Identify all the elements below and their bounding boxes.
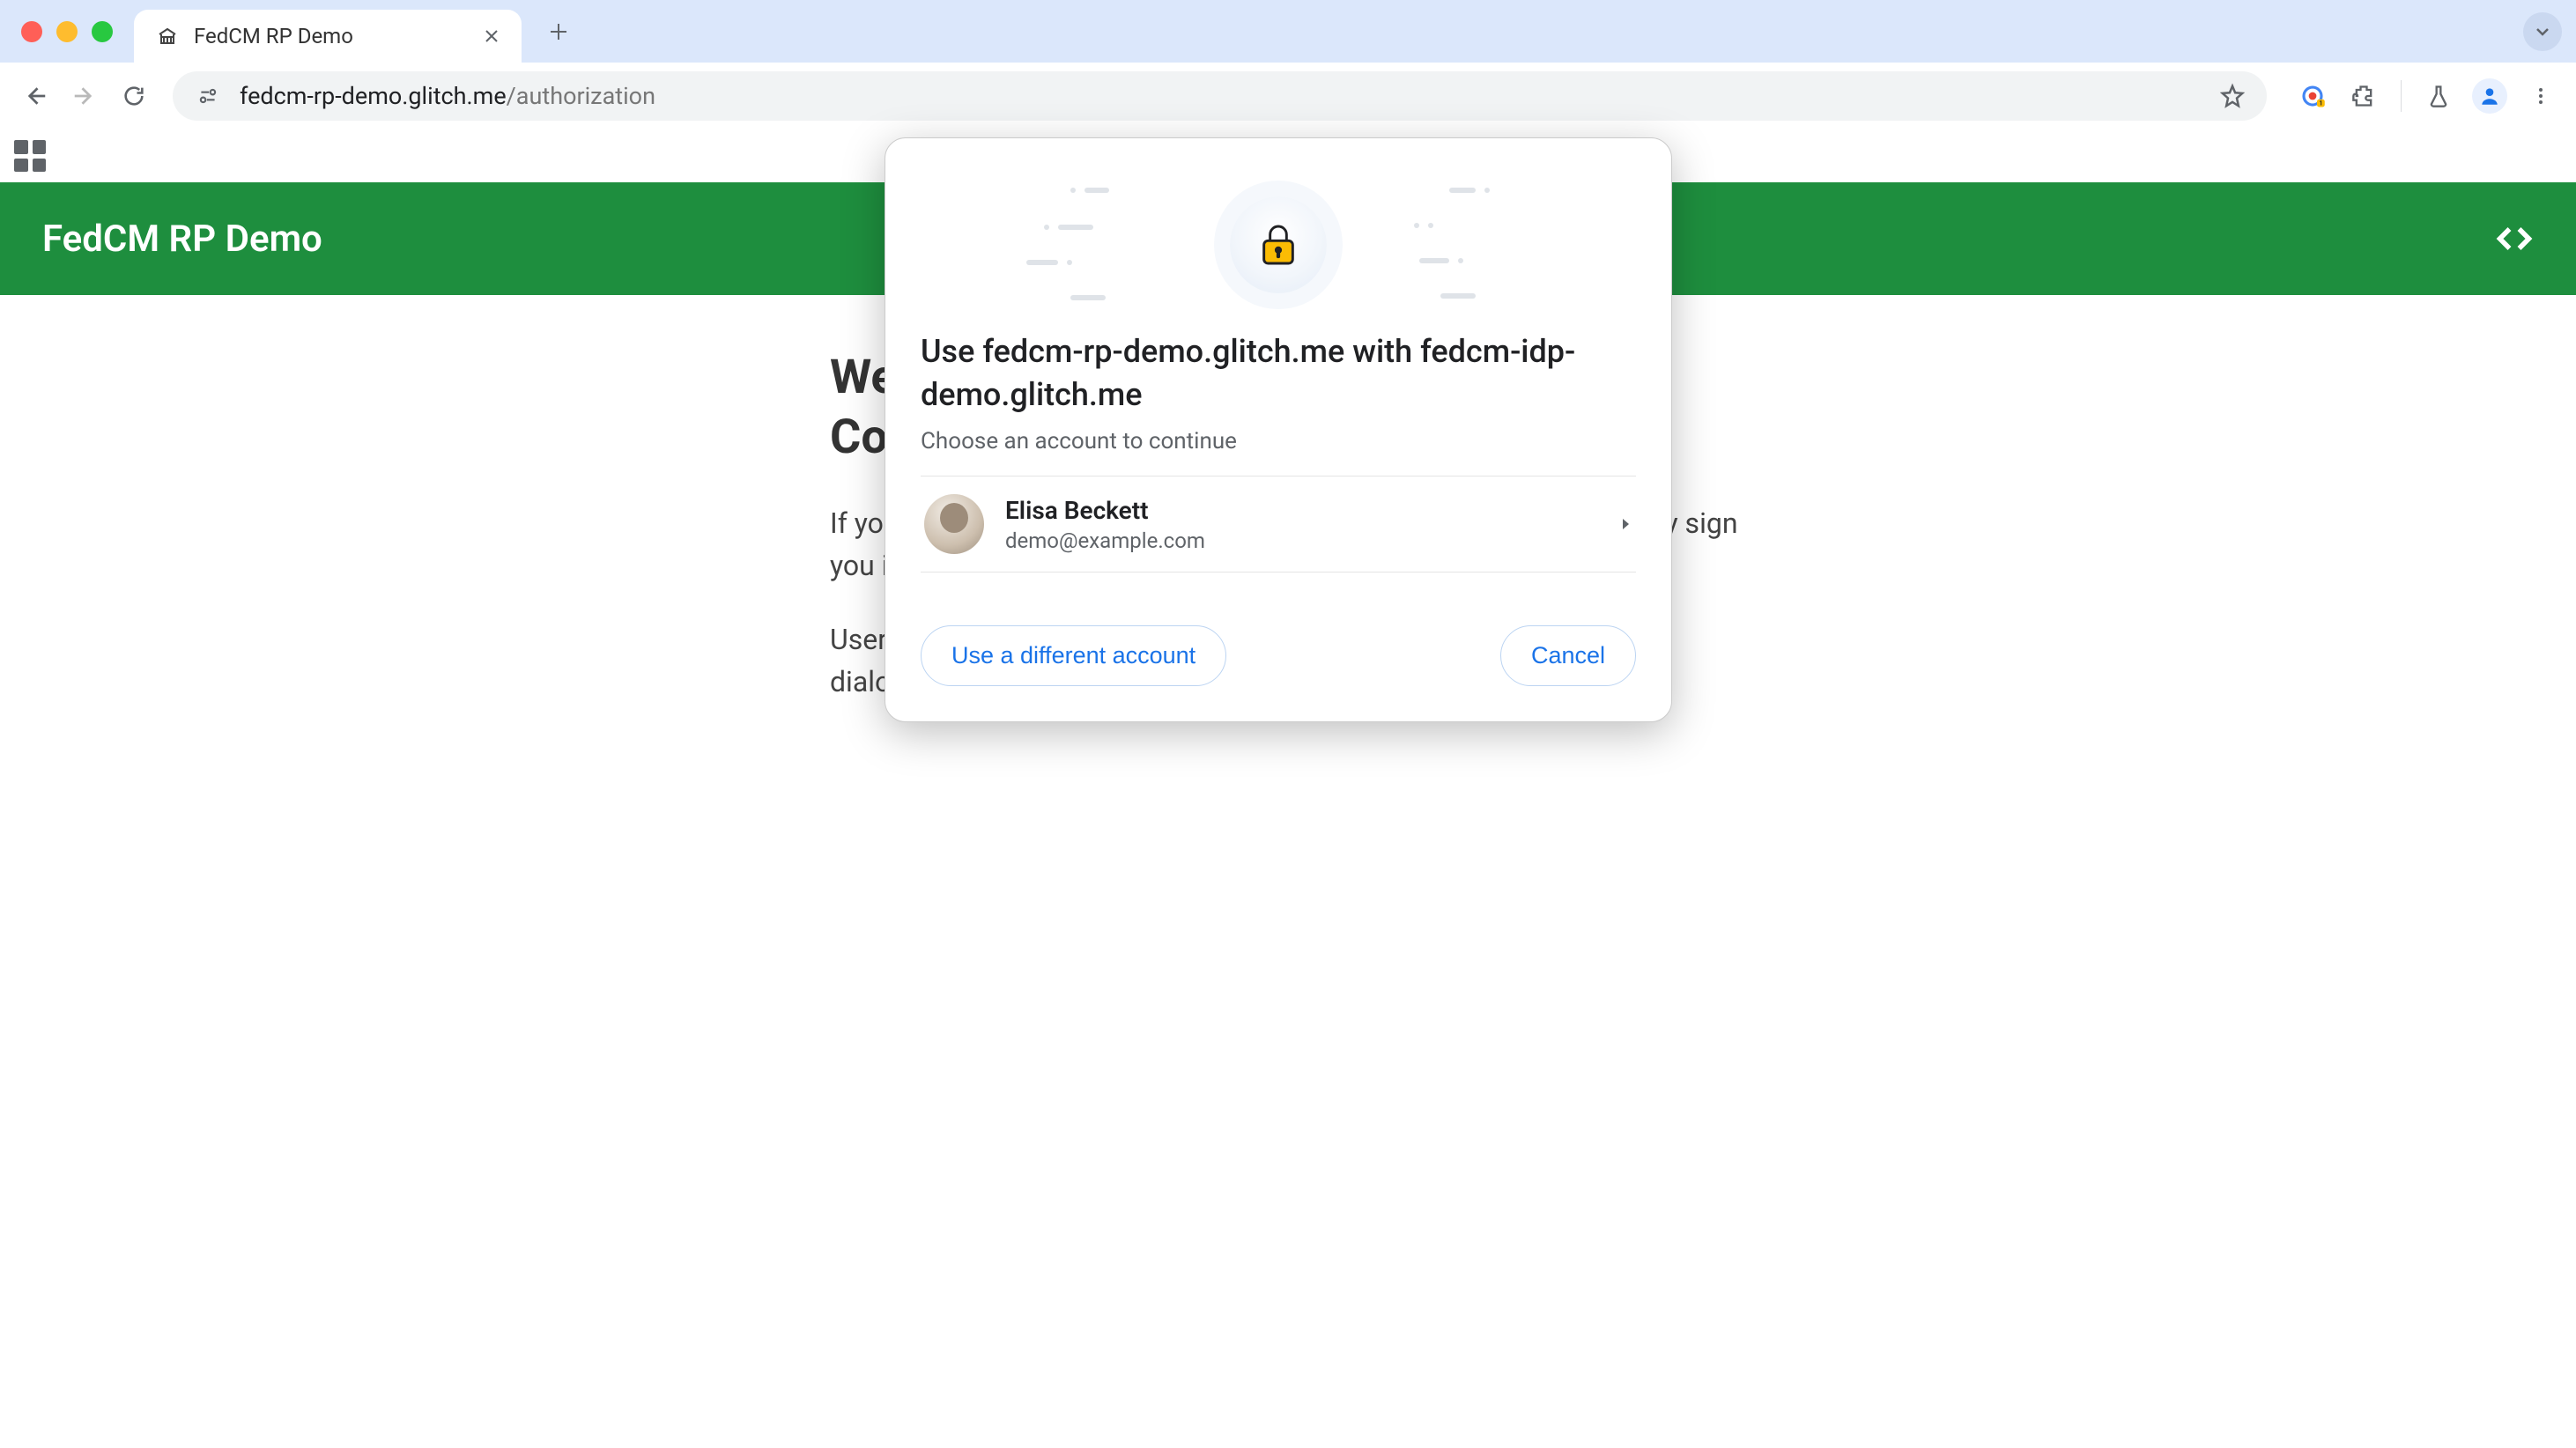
dialog-subtitle: Choose an account to continue [921, 428, 1636, 454]
chrome-menu-button[interactable] [2520, 75, 2562, 117]
new-tab-button[interactable] [539, 12, 578, 51]
use-different-account-button[interactable]: Use a different account [921, 625, 1226, 686]
toolbar-actions: 1 [2284, 75, 2562, 117]
account-option[interactable]: Elisa Beckett demo@example.com [921, 476, 1636, 573]
code-icon[interactable] [2495, 219, 2534, 258]
toolbar-divider [2401, 80, 2402, 112]
window-minimize-button[interactable] [56, 21, 78, 42]
dialog-actions: Use a different account Cancel [921, 625, 1636, 686]
browser-tab[interactable]: FedCM RP Demo [134, 10, 522, 63]
lock-badge-icon [1230, 196, 1327, 293]
account-email: demo@example.com [1005, 528, 1597, 553]
account-name: Elisa Beckett [1005, 496, 1597, 525]
tab-strip: FedCM RP Demo [0, 0, 2576, 63]
profile-button[interactable] [2469, 75, 2511, 117]
browser-toolbar: fedcm-rp-demo.glitch.me/authorization 1 [0, 63, 2576, 129]
close-tab-button[interactable] [479, 24, 504, 48]
account-text: Elisa Beckett demo@example.com [1005, 496, 1597, 553]
chevron-right-icon [1618, 517, 1632, 531]
back-button[interactable] [14, 75, 56, 117]
cancel-button[interactable]: Cancel [1500, 625, 1636, 686]
dialog-title: Use fedcm-rp-demo.glitch.me with fedcm-i… [921, 330, 1636, 416]
tab-favicon-icon [155, 24, 180, 48]
tab-title: FedCM RP Demo [194, 24, 479, 48]
bookmark-button[interactable] [2219, 83, 2246, 109]
extensions-button[interactable] [2343, 75, 2385, 117]
window-controls [21, 21, 113, 42]
site-settings-icon[interactable] [194, 82, 222, 110]
browser-chrome: FedCM RP Demo [0, 0, 2576, 129]
reload-button[interactable] [113, 75, 155, 117]
fedcm-dialog: Use fedcm-rp-demo.glitch.me with fedcm-i… [885, 137, 1672, 722]
window-close-button[interactable] [21, 21, 42, 42]
window-zoom-button[interactable] [92, 21, 113, 42]
url-path: /authorization [507, 82, 655, 110]
tab-search-button[interactable] [2523, 12, 2562, 51]
account-avatar [924, 494, 984, 554]
forward-button[interactable] [63, 75, 106, 117]
lens-extension-icon[interactable]: 1 [2291, 75, 2334, 117]
site-title: FedCM RP Demo [42, 218, 322, 261]
dialog-illustration [921, 170, 1636, 320]
labs-button[interactable] [2417, 75, 2460, 117]
address-bar[interactable]: fedcm-rp-demo.glitch.me/authorization [173, 71, 2267, 121]
svg-text:1: 1 [2319, 100, 2322, 107]
apps-shortcut-icon[interactable] [14, 140, 46, 172]
url-host: fedcm-rp-demo.glitch.me [240, 82, 507, 110]
